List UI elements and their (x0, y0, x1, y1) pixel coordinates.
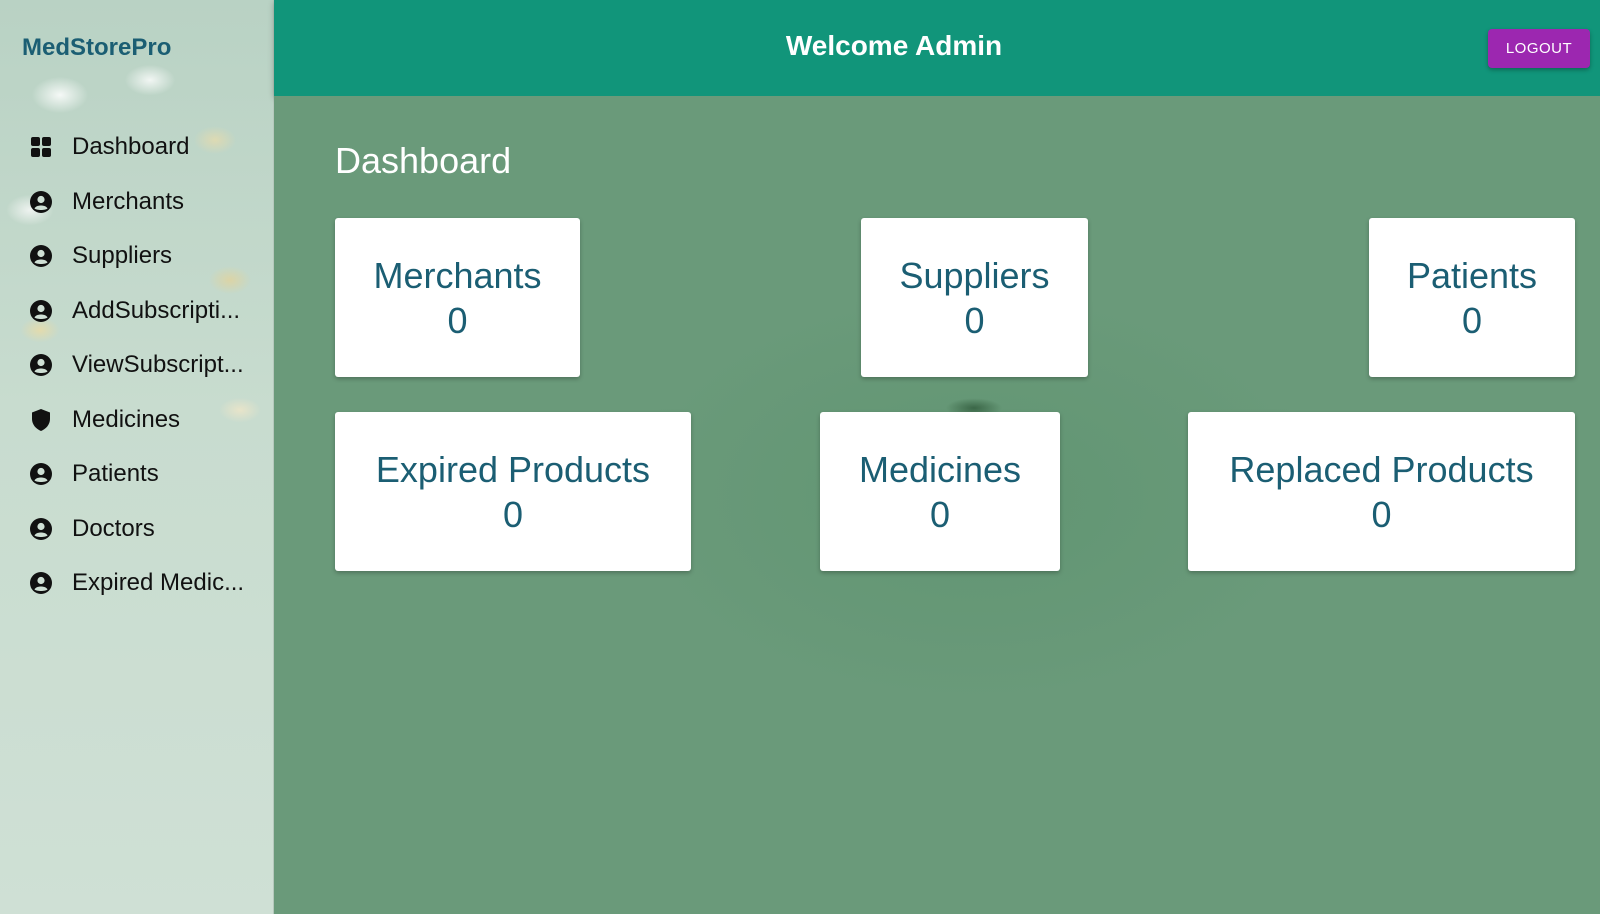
stat-card-value: 0 (929, 493, 951, 535)
logout-button[interactable]: LOGOUT (1488, 29, 1590, 68)
sidebar-item-label: Expired Medic... (72, 569, 245, 597)
account-circle-icon (30, 190, 52, 213)
stat-card-value: 0 (1371, 493, 1392, 535)
sidebar-nav: Dashboard Merchants Suppliers AddSubscri… (0, 120, 274, 611)
sidebar-item-label: Suppliers (72, 242, 173, 270)
sidebar-item-view-subscription[interactable]: ViewSubscript... (0, 338, 274, 393)
stat-card-value: 0 (502, 493, 524, 535)
dashboard-icon (30, 136, 52, 158)
welcome-title: Welcome Admin (785, 30, 1003, 61)
stat-card-value: 0 (964, 299, 985, 341)
stat-card-label: Medicines (858, 448, 1022, 490)
account-circle-icon (30, 245, 52, 268)
account-circle-icon (30, 517, 52, 540)
stat-card-label: Suppliers (899, 254, 1050, 296)
sidebar: MedStorePro Dashboard Merchants Supplier… (0, 0, 274, 914)
stat-card-suppliers[interactable]: Suppliers 0 (861, 218, 1088, 377)
stat-card-medicines[interactable]: Medicines 0 (820, 412, 1060, 571)
stat-card-label: Replaced Products (1229, 448, 1534, 490)
account-circle-icon (30, 299, 52, 322)
account-circle-icon (30, 463, 52, 486)
stat-card-patients[interactable]: Patients 0 (1369, 218, 1575, 377)
sidebar-item-label: Patients (72, 460, 159, 488)
sidebar-item-suppliers[interactable]: Suppliers (0, 229, 274, 284)
stat-card-replaced-products[interactable]: Replaced Products 0 (1188, 412, 1575, 571)
page-title: Dashboard (335, 140, 512, 181)
sidebar-item-doctors[interactable]: Doctors (0, 502, 274, 557)
account-circle-icon (30, 572, 52, 595)
sidebar-item-expired-medicines[interactable]: Expired Medic... (0, 556, 274, 611)
stat-card-expired-products[interactable]: Expired Products 0 (335, 412, 691, 571)
stat-card-merchants[interactable]: Merchants 0 (335, 218, 580, 377)
account-circle-icon (30, 354, 52, 377)
sidebar-item-medicines[interactable]: Medicines (0, 393, 274, 448)
stat-card-value: 0 (1461, 299, 1483, 341)
stat-card-label: Merchants (373, 254, 542, 296)
sidebar-item-add-subscription[interactable]: AddSubscripti... (0, 284, 274, 339)
brand-logo[interactable]: MedStorePro (22, 34, 171, 62)
sidebar-item-label: Dashboard (72, 133, 190, 161)
sidebar-item-merchants[interactable]: Merchants (0, 175, 274, 230)
sidebar-item-label: Medicines (72, 405, 181, 433)
top-app-bar: Welcome Admin LOGOUT (274, 0, 1600, 96)
main-content: Dashboard Merchants 0 Suppliers 0 Patien… (274, 96, 1600, 914)
sidebar-item-label: ViewSubscript... (72, 351, 244, 379)
stat-card-label: Expired Products (375, 448, 651, 490)
stat-card-value: 0 (447, 299, 468, 341)
stat-card-label: Patients (1406, 254, 1538, 296)
sidebar-item-label: AddSubscripti... (72, 296, 241, 324)
shield-icon (30, 408, 52, 431)
sidebar-item-patients[interactable]: Patients (0, 447, 274, 502)
sidebar-item-label: Merchants (72, 187, 185, 215)
sidebar-item-dashboard[interactable]: Dashboard (0, 120, 274, 175)
sidebar-item-label: Doctors (72, 514, 155, 542)
